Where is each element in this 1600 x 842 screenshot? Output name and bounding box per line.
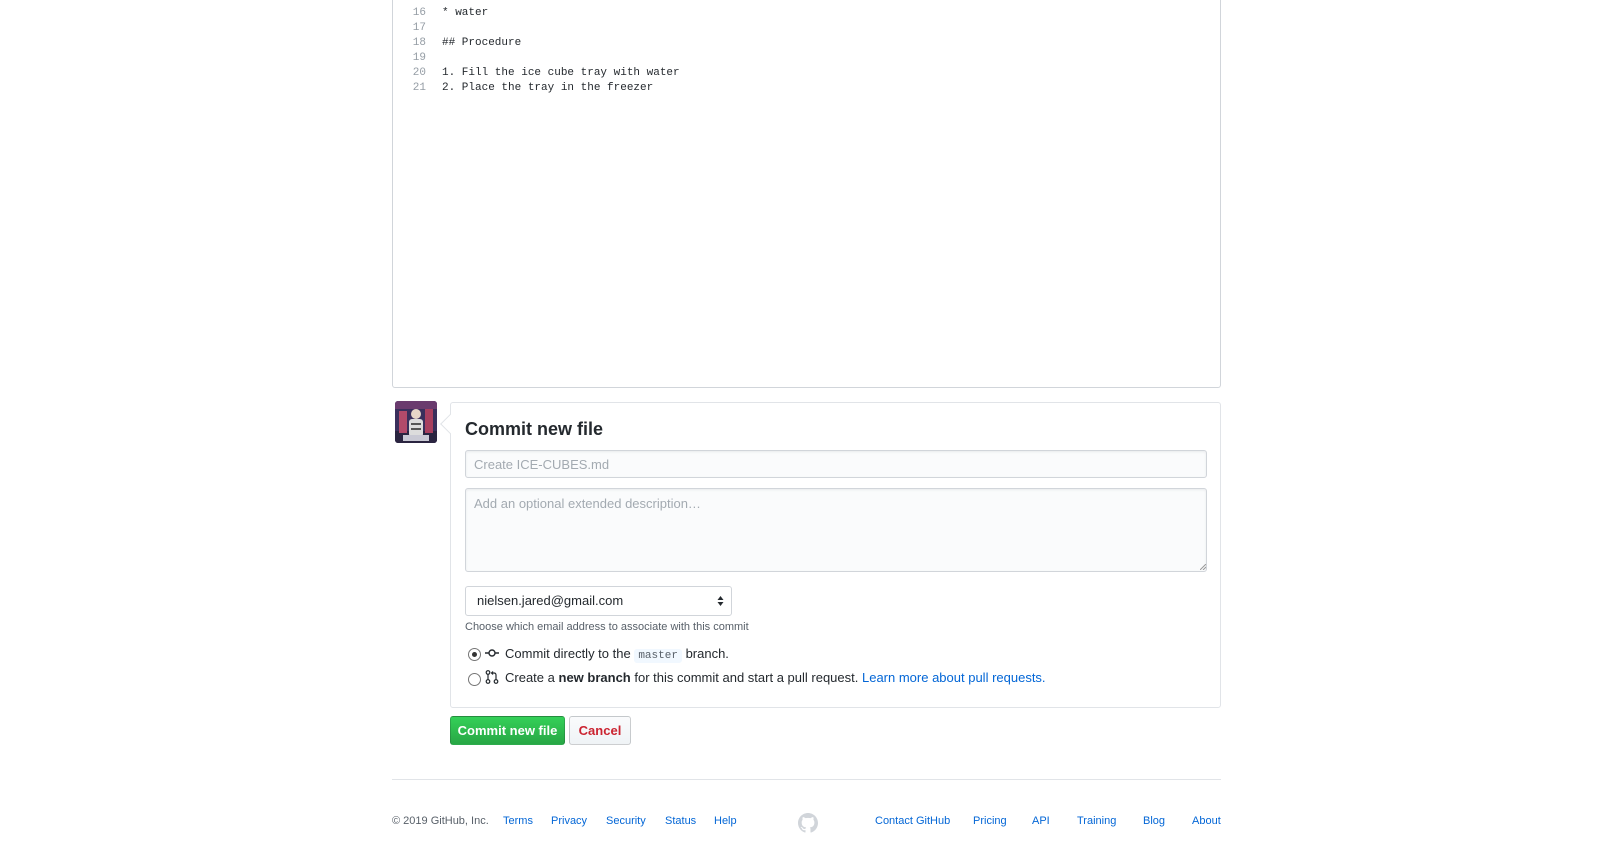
git-pull-request-icon [485, 670, 499, 684]
commit-title: Commit new file [465, 419, 604, 439]
commit-description-input[interactable] [465, 488, 1207, 572]
speech-caret [440, 414, 460, 434]
footer-link-terms[interactable]: Terms [503, 815, 533, 827]
footer-link-api[interactable]: API [1032, 815, 1050, 827]
commit-summary-input[interactable] [465, 450, 1207, 478]
footer-link-contact[interactable]: Contact GitHub [875, 815, 950, 827]
avatar[interactable] [395, 401, 437, 443]
select-arrows-icon [717, 596, 724, 606]
footer-copyright: © 2019 GitHub, Inc. [392, 815, 489, 827]
code-editor[interactable]: 15 16* water 17 18## Procedure 19 201. F… [392, 0, 1221, 388]
avatar-image [395, 401, 437, 443]
footer-link-blog[interactable]: Blog [1143, 815, 1165, 827]
footer-link-status[interactable]: Status [665, 815, 696, 827]
option-direct-post: branch. [685, 646, 729, 661]
commit-form: Commit new file nielsen.jared@gmail.com … [440, 402, 1221, 708]
option-branch-post: for this commit and start a pull request… [634, 670, 859, 685]
commit-new-file-button[interactable]: Commit new file [450, 716, 565, 745]
git-commit-icon [485, 649, 499, 657]
email-select[interactable]: nielsen.jared@gmail.com [465, 586, 732, 616]
option-branch-bold: new branch [558, 670, 631, 685]
cancel-button[interactable]: Cancel [569, 716, 631, 745]
resize-grip-icon[interactable] [1200, 564, 1206, 570]
branch-name: master [634, 649, 682, 663]
github-mark-icon[interactable] [798, 813, 818, 833]
footer-link-privacy[interactable]: Privacy [551, 815, 587, 827]
email-help-text: Choose which email address to associate … [465, 621, 749, 633]
footer-link-about[interactable]: About [1192, 815, 1221, 827]
email-select-value: nielsen.jared@gmail.com [477, 593, 624, 608]
commit-direct-radio[interactable] [468, 648, 481, 661]
learn-more-pull-requests-link[interactable]: Learn more about pull requests. [862, 670, 1046, 685]
footer-link-security[interactable]: Security [606, 815, 646, 827]
footer-link-training[interactable]: Training [1077, 815, 1116, 827]
option-branch-pre: Create a [505, 670, 555, 685]
footer-link-pricing[interactable]: Pricing [973, 815, 1007, 827]
option-direct-pre: Commit directly to the [505, 646, 631, 661]
footer-divider [392, 779, 1221, 780]
footer-link-help[interactable]: Help [714, 815, 737, 827]
commit-new-branch-radio[interactable] [468, 673, 481, 686]
